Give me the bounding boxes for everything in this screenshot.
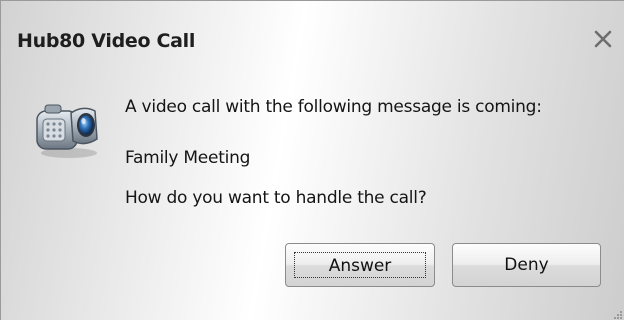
call-question: How do you want to handle the call? (125, 188, 427, 208)
answer-button[interactable]: Answer (285, 243, 435, 287)
resize-grip[interactable] (611, 305, 623, 319)
video-camera-icon (31, 91, 103, 163)
video-call-dialog: Hub80 Video Call A video call with the f… (0, 0, 624, 320)
close-button[interactable] (591, 27, 615, 51)
resize-grip-icon (614, 311, 622, 319)
call-message: Family Meeting (125, 148, 251, 168)
close-icon (594, 30, 612, 48)
message-intro: A video call with the following message … (125, 97, 542, 117)
dialog-title: Hub80 Video Call (17, 30, 196, 52)
deny-button[interactable]: Deny (452, 243, 601, 287)
answer-button-label: Answer (294, 252, 426, 278)
